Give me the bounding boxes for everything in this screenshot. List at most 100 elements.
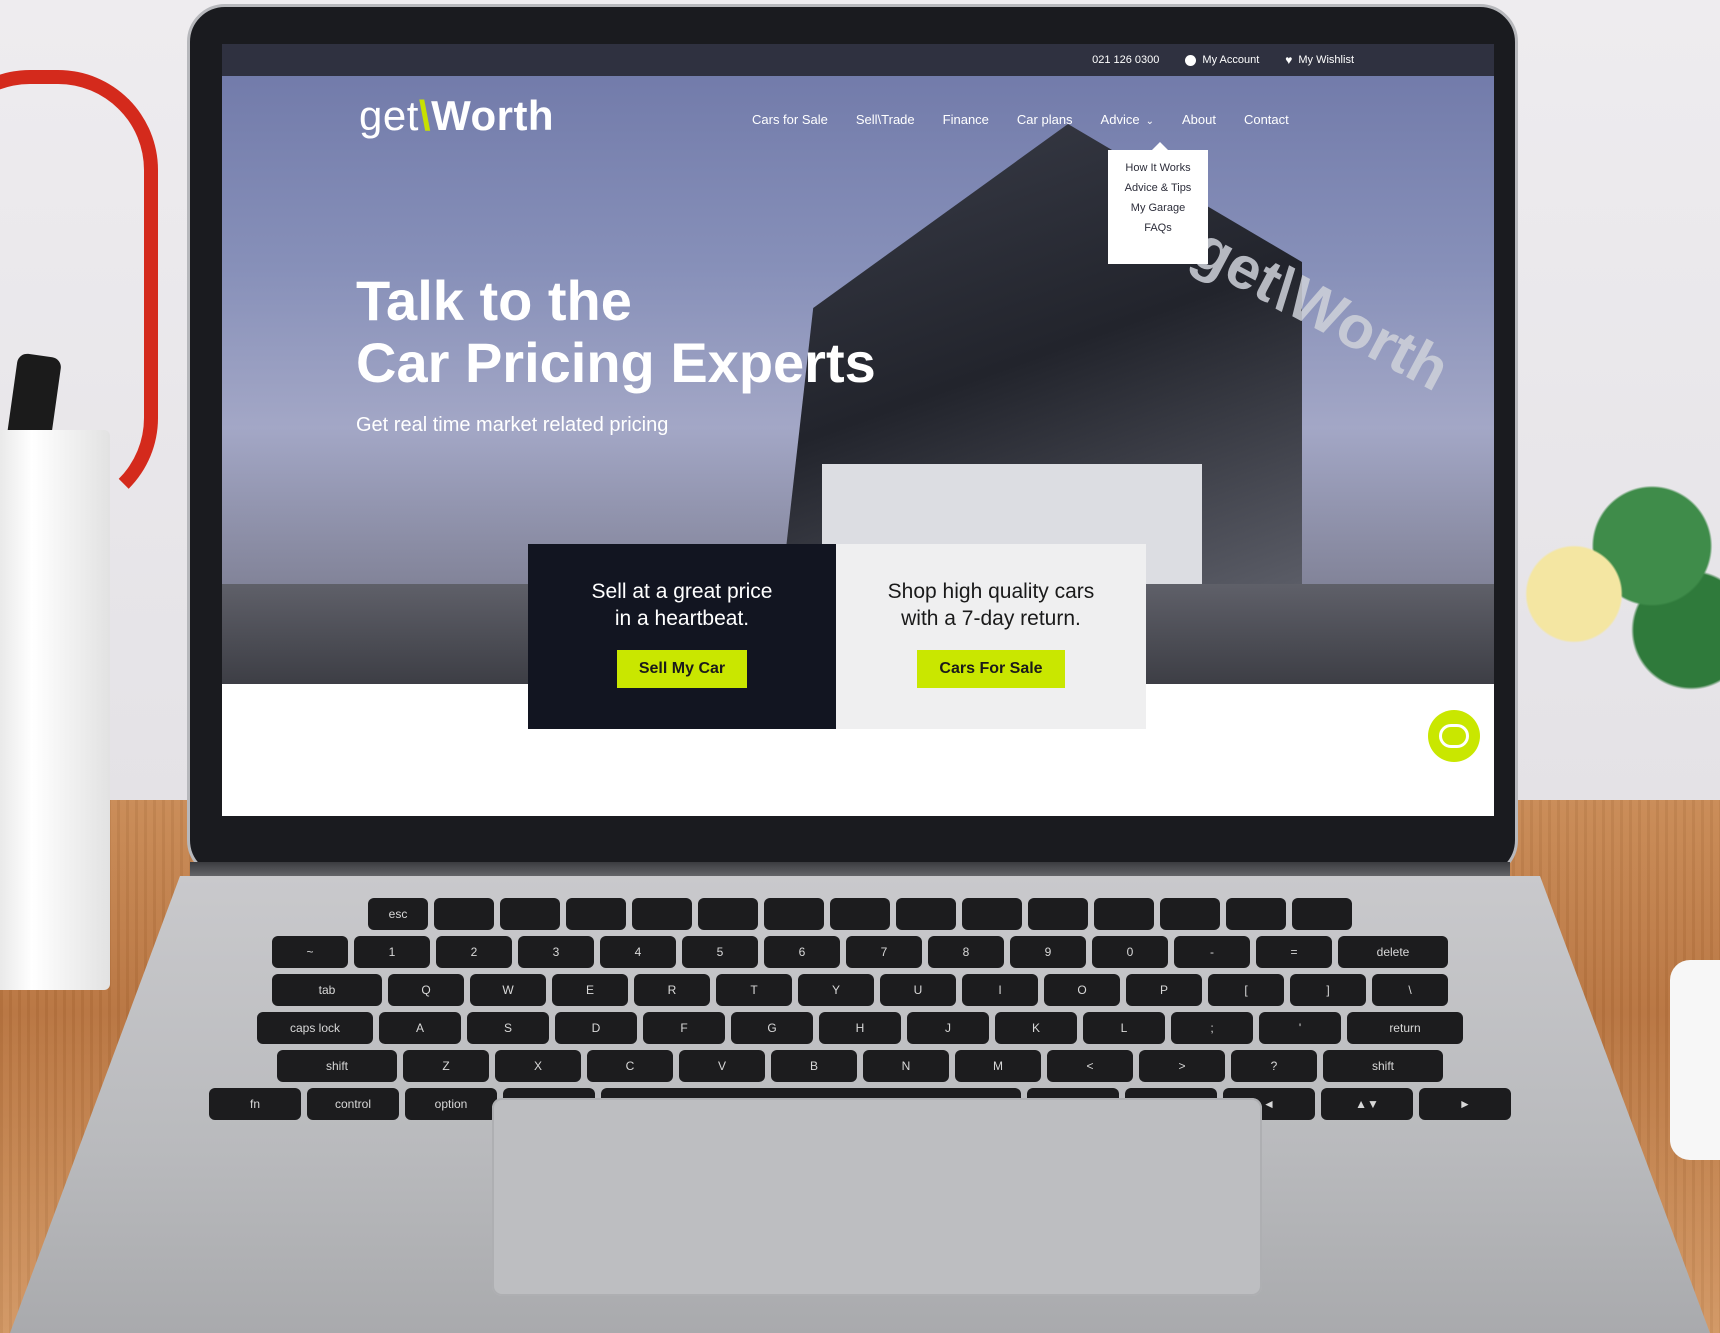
key	[962, 898, 1022, 930]
main-nav: Cars for Sale Sell\Trade Finance Car pla…	[752, 112, 1289, 127]
key: 3	[518, 936, 594, 968]
shop-card: Shop high quality cars with a 7-day retu…	[836, 544, 1146, 729]
key-row-1: esc	[160, 898, 1560, 930]
key: ;	[1171, 1012, 1253, 1044]
key: ]	[1290, 974, 1366, 1006]
key: Q	[388, 974, 464, 1006]
key: ▲▼	[1321, 1088, 1413, 1120]
sell-card: Sell at a great price in a heartbeat. Se…	[528, 544, 836, 729]
key	[1226, 898, 1286, 930]
top-utility-bar: 021 126 0300 My Account ♥ My Wishlist	[222, 44, 1494, 76]
my-wishlist-link[interactable]: ♥ My Wishlist	[1285, 53, 1354, 67]
cars-for-sale-button[interactable]: Cars For Sale	[917, 650, 1065, 688]
key: 0	[1092, 936, 1168, 968]
sell-card-text: Sell at a great price in a heartbeat.	[591, 580, 773, 630]
phone-link[interactable]: 021 126 0300	[1092, 54, 1159, 66]
key: P	[1126, 974, 1202, 1006]
key: B	[771, 1050, 857, 1082]
heart-icon: ♥	[1285, 53, 1293, 67]
key: option	[405, 1088, 497, 1120]
key	[1094, 898, 1154, 930]
chat-icon	[1439, 724, 1469, 748]
key: [	[1208, 974, 1284, 1006]
key: 9	[1010, 936, 1086, 968]
key: D	[555, 1012, 637, 1044]
sell-my-car-button[interactable]: Sell My Car	[616, 650, 748, 688]
key: T	[716, 974, 792, 1006]
key: Y	[798, 974, 874, 1006]
key: 4	[600, 936, 676, 968]
key: control	[307, 1088, 399, 1120]
key	[764, 898, 824, 930]
site-logo[interactable]: get\Worth	[359, 92, 554, 140]
dropdown-how-it-works[interactable]: How It Works	[1125, 162, 1190, 174]
key: 8	[928, 936, 1004, 968]
key: I	[962, 974, 1038, 1006]
key: caps lock	[257, 1012, 373, 1044]
nav-car-plans[interactable]: Car plans	[1017, 112, 1073, 127]
hero-title: Talk to the Car Pricing Experts	[356, 269, 876, 394]
nav-cars-for-sale[interactable]: Cars for Sale	[752, 112, 828, 127]
key	[566, 898, 626, 930]
key: return	[1347, 1012, 1463, 1044]
key	[830, 898, 890, 930]
laptop-screen: get\Worth 021 126 0300 My Account ♥ My W…	[222, 44, 1494, 816]
key: fn	[209, 1088, 301, 1120]
key: shift	[277, 1050, 397, 1082]
dropdown-my-garage[interactable]: My Garage	[1131, 202, 1185, 214]
key: 2	[436, 936, 512, 968]
dropdown-faqs[interactable]: FAQs	[1144, 222, 1172, 234]
key	[1160, 898, 1220, 930]
key-row-4: caps lock A S D F G H J K L; ' return	[160, 1012, 1560, 1044]
key: '	[1259, 1012, 1341, 1044]
key: 5	[682, 936, 758, 968]
key: \	[1372, 974, 1448, 1006]
key: 6	[764, 936, 840, 968]
key: esc	[368, 898, 428, 930]
pen-cup	[0, 430, 110, 990]
key	[434, 898, 494, 930]
keyboard: esc ~1 2 3 4 5 6 7 8 9 0- = delete tab Q W E R T Y U I O P[] \…	[160, 898, 1560, 1120]
key: F	[643, 1012, 725, 1044]
key: -	[1174, 936, 1250, 968]
key: ?	[1231, 1050, 1317, 1082]
key: H	[819, 1012, 901, 1044]
key: M	[955, 1050, 1041, 1082]
nav-advice[interactable]: Advice ⌄	[1101, 112, 1154, 127]
key: X	[495, 1050, 581, 1082]
key: K	[995, 1012, 1077, 1044]
key: >	[1139, 1050, 1225, 1082]
key: R	[634, 974, 710, 1006]
key: E	[552, 974, 628, 1006]
nav-sell-trade[interactable]: Sell\Trade	[856, 112, 915, 127]
dropdown-advice-tips[interactable]: Advice & Tips	[1125, 182, 1192, 194]
key: tab	[272, 974, 382, 1006]
key: L	[1083, 1012, 1165, 1044]
nav-about[interactable]: About	[1182, 112, 1216, 127]
key: G	[731, 1012, 813, 1044]
key-row-3: tab Q W E R T Y U I O P[] \	[160, 974, 1560, 1006]
key: 1	[354, 936, 430, 968]
key: U	[880, 974, 956, 1006]
user-icon	[1185, 54, 1197, 66]
key: shift	[1323, 1050, 1443, 1082]
key: N	[863, 1050, 949, 1082]
trackpad[interactable]	[492, 1098, 1262, 1296]
key: Z	[403, 1050, 489, 1082]
key: =	[1256, 936, 1332, 968]
key: delete	[1338, 936, 1448, 968]
nav-finance[interactable]: Finance	[943, 112, 989, 127]
key: W	[470, 974, 546, 1006]
hero-subtitle: Get real time market related pricing	[356, 414, 669, 436]
key	[698, 898, 758, 930]
my-account-link[interactable]: My Account	[1185, 54, 1259, 66]
key	[632, 898, 692, 930]
mug	[1670, 960, 1720, 1160]
key: V	[679, 1050, 765, 1082]
key: O	[1044, 974, 1120, 1006]
key: 7	[846, 936, 922, 968]
key: S	[467, 1012, 549, 1044]
nav-contact[interactable]: Contact	[1244, 112, 1289, 127]
shop-card-text: Shop high quality cars with a 7-day retu…	[887, 580, 1095, 630]
chat-button[interactable]	[1428, 710, 1480, 762]
